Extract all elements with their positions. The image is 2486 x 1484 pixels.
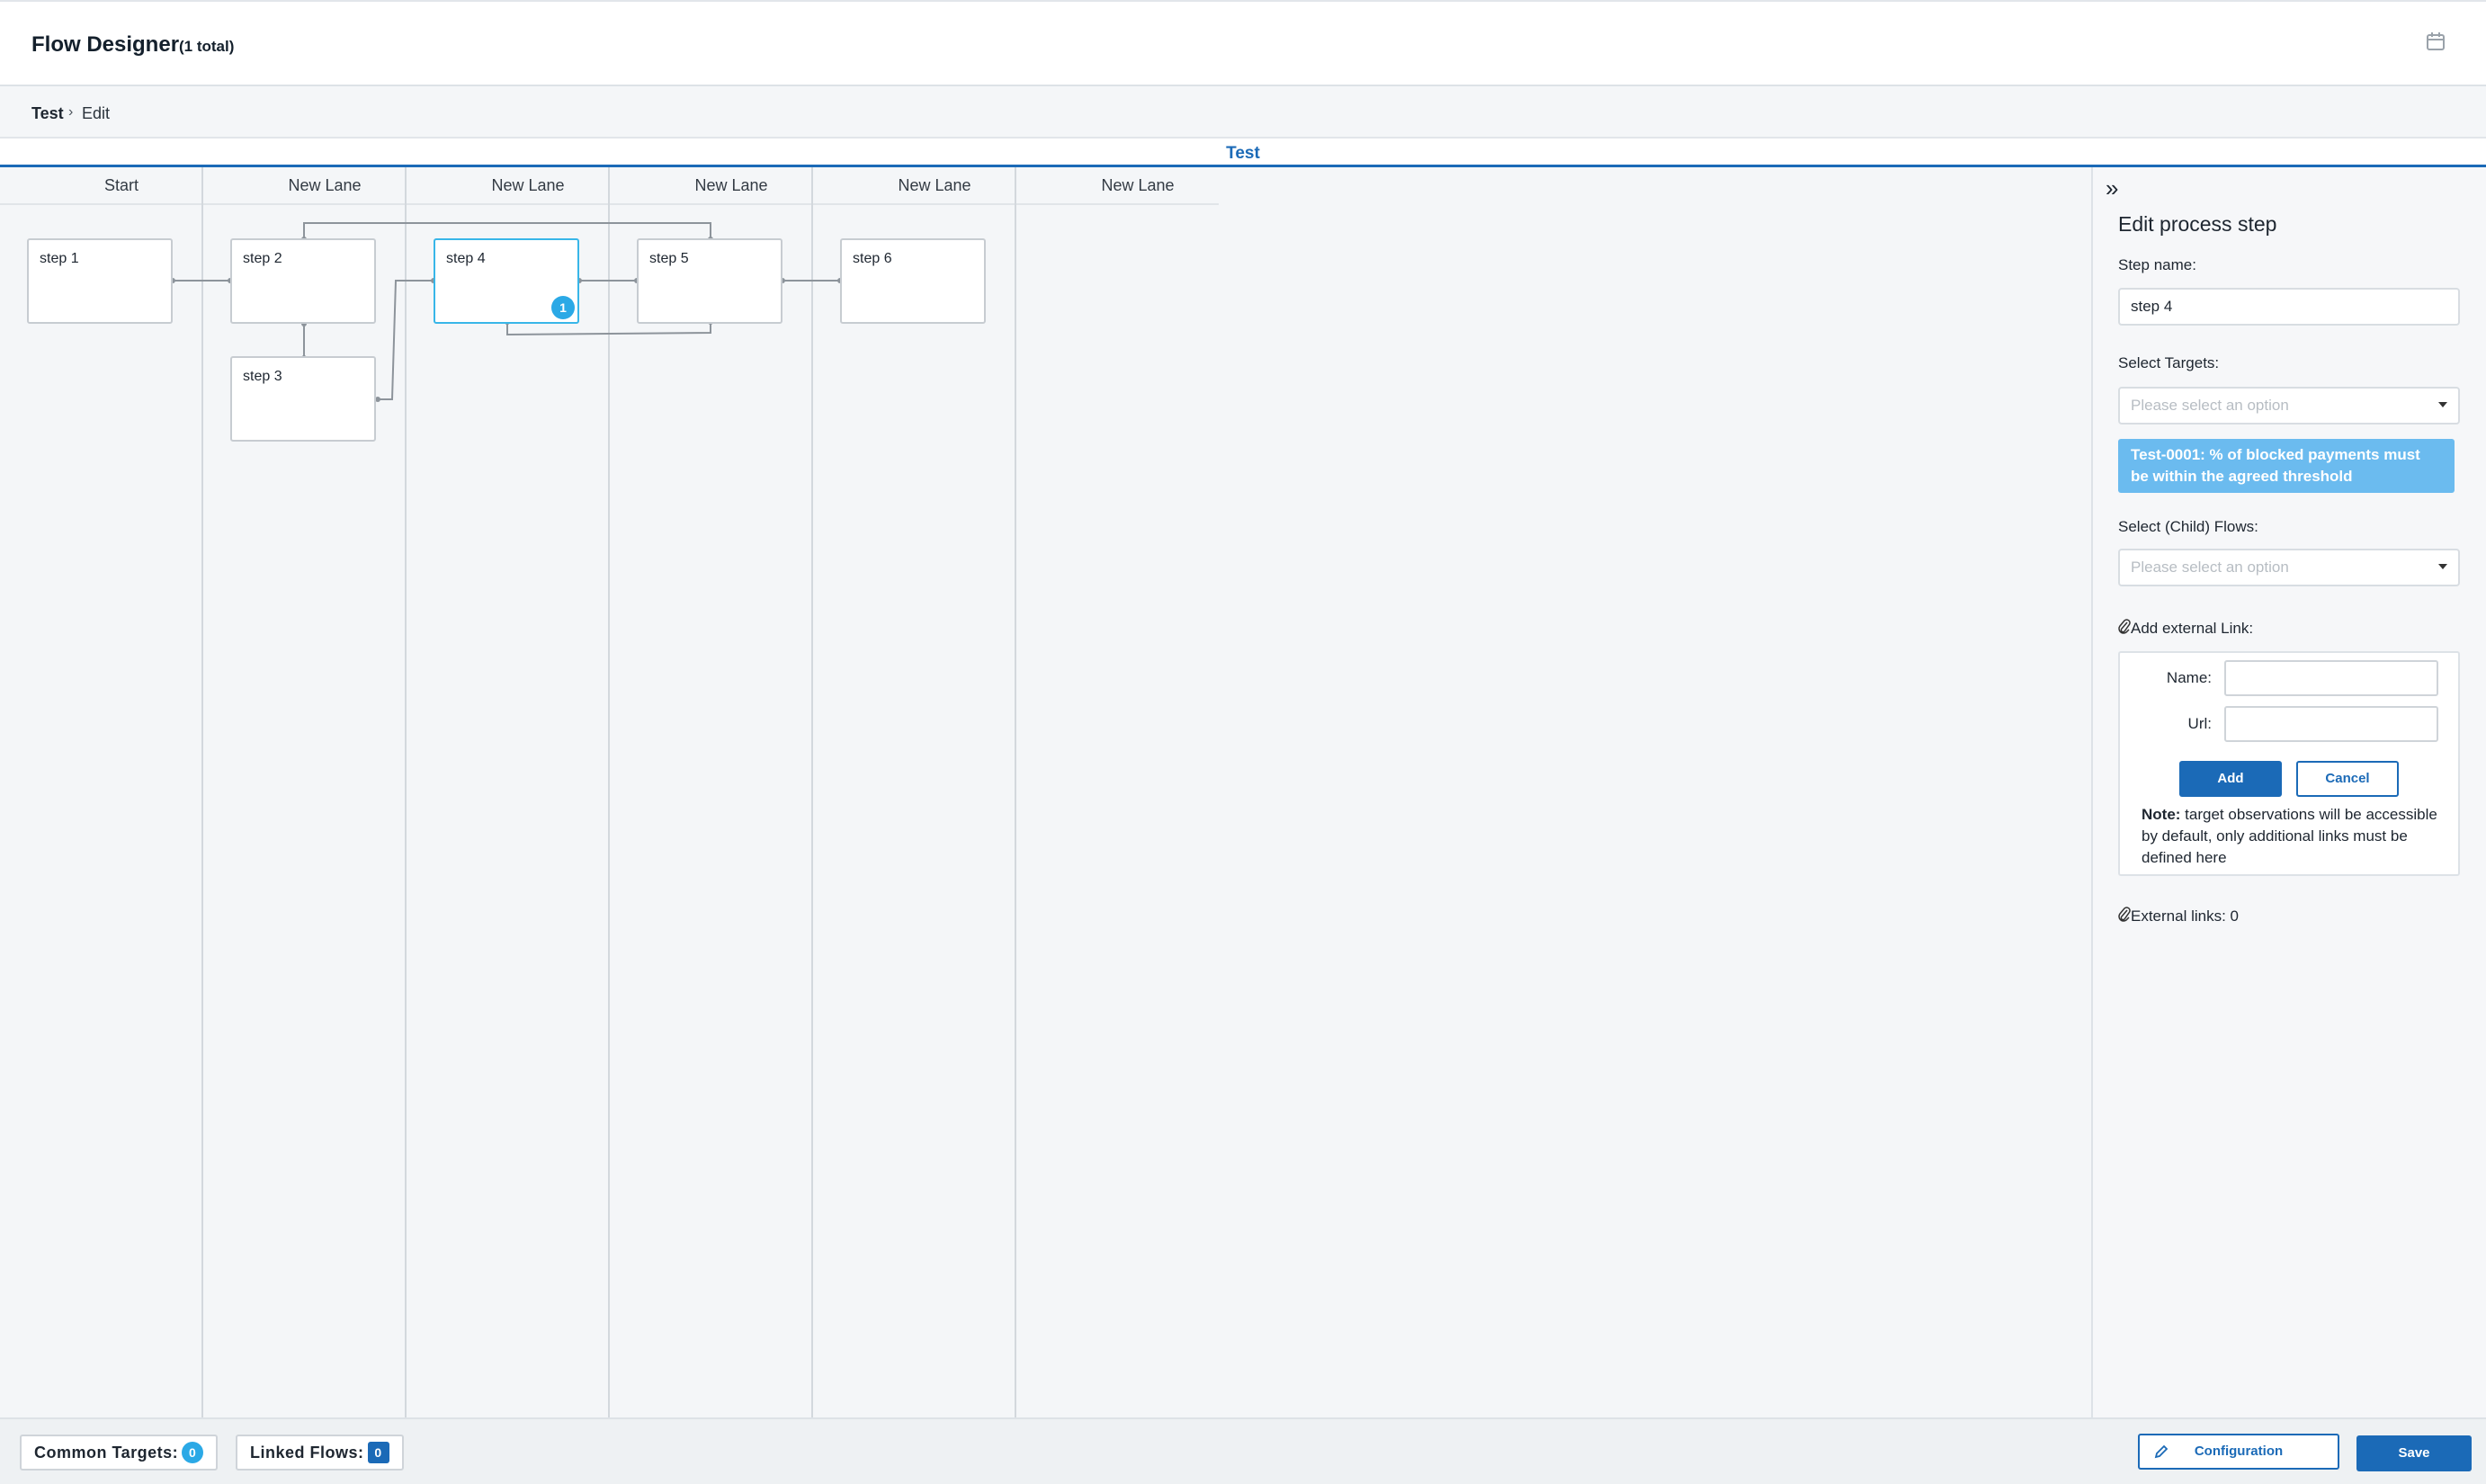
url-label: Url:	[2187, 715, 2212, 732]
step-node[interactable]: step 2	[230, 238, 376, 324]
step-name-input[interactable]: step 4	[2118, 288, 2460, 326]
linked-flows-count: 0	[367, 1442, 389, 1463]
chevron-down-icon	[2438, 564, 2447, 569]
app-header: Flow Designer (1 total)	[0, 0, 2486, 86]
note-bold: Note:	[2142, 806, 2181, 823]
calendar-icon[interactable]	[2426, 31, 2446, 51]
external-links-count: External links: 0	[2118, 907, 2239, 925]
link-name-input[interactable]	[2224, 660, 2438, 696]
save-button[interactable]: Save	[2356, 1435, 2472, 1471]
step-label: step 5	[649, 251, 689, 266]
step-node[interactable]: step 3	[230, 356, 376, 442]
configuration-label: Configuration	[2194, 1444, 2284, 1459]
child-flows-label: Select (Child) Flows:	[2118, 518, 2258, 535]
step-node[interactable]: step 6	[840, 238, 986, 324]
common-targets-button[interactable]: Common Targets: 0	[20, 1435, 219, 1471]
configuration-button[interactable]: Configuration	[2138, 1434, 2339, 1470]
child-flows-select[interactable]: Please select an option	[2118, 549, 2460, 586]
breadcrumb-page: Edit	[82, 104, 111, 122]
connectors	[170, 222, 843, 402]
add-link-button[interactable]: Add	[2179, 761, 2282, 797]
link-note: Note: target observations will be access…	[2142, 804, 2438, 869]
linked-flows-button[interactable]: Linked Flows: 0	[236, 1435, 404, 1471]
external-links-label: External links: 0	[2131, 907, 2239, 925]
pencil-icon	[2154, 1444, 2169, 1459]
paperclip-icon	[2118, 907, 2131, 922]
targets-label: Select Targets:	[2118, 354, 2220, 371]
step-label: step 1	[40, 251, 79, 266]
breadcrumb-flow[interactable]: Test	[31, 104, 64, 123]
selected-target-tag[interactable]: Test-0001: % of blocked payments must be…	[2118, 439, 2455, 493]
external-link-label: Add external Link:	[2131, 620, 2254, 637]
edit-step-panel: » Edit process step Step name: step 4 Se…	[2091, 167, 2486, 1417]
common-targets-label: Common Targets:	[34, 1444, 179, 1462]
step-node[interactable]: step 1	[27, 238, 173, 324]
breadcrumb-separator: ›	[68, 104, 74, 120]
cancel-link-button[interactable]: Cancel	[2296, 761, 2399, 797]
step-name-label: Step name:	[2118, 256, 2196, 273]
linked-flows-label: Linked Flows:	[250, 1444, 364, 1462]
footer-bar: Common Targets: 0 Linked Flows: 0 Configur…	[0, 1417, 2486, 1484]
external-link-heading: Add external Link:	[2118, 619, 2253, 638]
step-node[interactable]: step 5	[637, 238, 782, 324]
panel-title: Edit process step	[2118, 212, 2277, 236]
paperclip-icon	[2118, 619, 2131, 634]
step-label: step 3	[243, 369, 282, 384]
common-targets-count: 0	[182, 1442, 204, 1463]
step-label: step 2	[243, 251, 282, 266]
name-label: Name:	[2166, 669, 2212, 686]
targets-select[interactable]: Please select an option	[2118, 387, 2460, 425]
tab-test[interactable]: Test	[0, 144, 2486, 164]
note-text: target observations will be accessible b…	[2142, 806, 2437, 866]
flow-tab-bar: Test	[0, 139, 2486, 167]
page-title: Flow Designer	[31, 32, 180, 57]
collapse-panel-icon[interactable]: »	[2106, 174, 2118, 202]
child-flows-placeholder: Please select an option	[2131, 559, 2289, 576]
link-url-input[interactable]	[2224, 706, 2438, 742]
flow-count: (1 total)	[179, 38, 235, 55]
targets-placeholder: Please select an option	[2131, 397, 2289, 414]
breadcrumb: Test › Edit	[0, 86, 2486, 139]
step-label: step 6	[853, 251, 892, 266]
target-count-badge: 1	[551, 296, 575, 319]
step-label: step 4	[446, 251, 486, 266]
step-node-selected[interactable]: step 4 1	[434, 238, 579, 324]
chevron-down-icon	[2438, 402, 2447, 407]
flow-canvas[interactable]: Start New Lane New Lane New Lane New Lan…	[0, 167, 2091, 1417]
external-link-form: Name: Url: Add Cancel Note: target obser…	[2118, 651, 2460, 876]
